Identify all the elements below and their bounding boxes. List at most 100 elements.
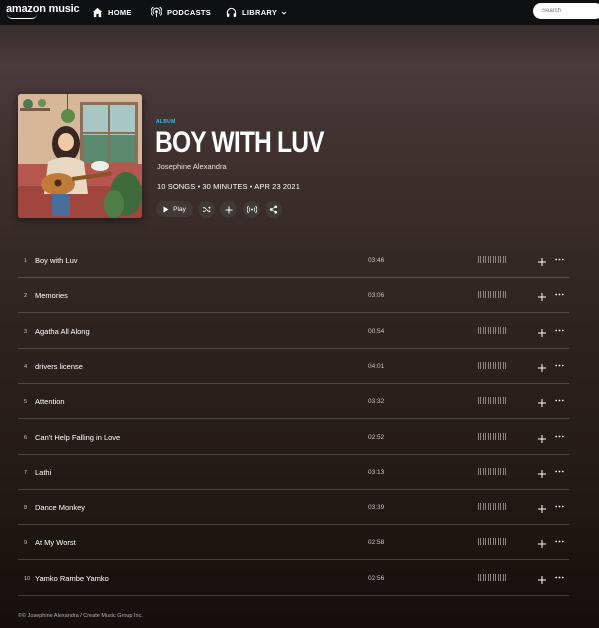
play-button[interactable]: Play: [156, 201, 193, 217]
track-title[interactable]: Attention: [35, 397, 65, 406]
plus-icon: [538, 363, 546, 372]
track-row[interactable]: 5 Attention 03:32: [18, 384, 569, 420]
track-number: 2: [24, 293, 28, 300]
add-track-button[interactable]: [537, 572, 547, 584]
home-icon: [92, 7, 103, 18]
nav-podcasts-label: PODCASTS: [167, 8, 212, 17]
track-row[interactable]: 3 Agatha All Along 00:54: [18, 314, 569, 349]
track-duration: 00:54: [368, 327, 385, 335]
add-track-button[interactable]: [537, 360, 547, 372]
add-track-button[interactable]: [537, 254, 547, 266]
track-title[interactable]: Memories: [35, 291, 68, 300]
track-title[interactable]: Yamko Rambe Yamko: [35, 574, 109, 583]
more-options-button[interactable]: [555, 256, 564, 262]
more-options-button[interactable]: [555, 327, 564, 333]
ellipsis-icon: [555, 329, 564, 331]
add-track-button[interactable]: [537, 289, 547, 302]
plus-icon: [538, 575, 546, 584]
add-track-button[interactable]: [537, 536, 547, 549]
more-options-button[interactable]: [555, 397, 564, 403]
album-title: BOY WITH LUV: [155, 126, 325, 159]
track-title[interactable]: Dance Monkey: [35, 503, 85, 512]
track-title[interactable]: drivers license: [35, 362, 83, 371]
play-icon: [163, 206, 169, 212]
artist-name[interactable]: Josephine Alexandra: [157, 162, 227, 171]
track-duration: 02:52: [368, 433, 385, 441]
track-row[interactable]: 1 Boy with Luv 03:46: [18, 243, 569, 278]
popularity-bars-icon: [478, 503, 507, 511]
ellipsis-icon: [555, 258, 564, 261]
plus-icon: [538, 258, 546, 266]
ellipsis-icon: [555, 364, 564, 367]
nav-home[interactable]: HOME: [92, 0, 132, 25]
track-title[interactable]: Agatha All Along: [35, 327, 90, 336]
track-title[interactable]: Can't Help Falling in Love: [35, 433, 120, 442]
top-navigation-bar: amazon music HOME PODCASTS LIBRARY: [0, 0, 599, 25]
ellipsis-icon: [555, 293, 564, 296]
album-type-label: ALBUM: [156, 119, 176, 125]
broadcast-icon: [246, 205, 257, 214]
track-row[interactable]: 4 drivers license 04:01: [18, 349, 569, 384]
popularity-bars-icon: [478, 291, 507, 299]
add-to-library-button[interactable]: [220, 201, 237, 218]
track-title[interactable]: At My Worst: [35, 538, 76, 547]
add-track-button[interactable]: [537, 431, 547, 443]
add-track-button[interactable]: [537, 395, 547, 408]
popularity-bars-icon: [478, 361, 507, 370]
plus-icon: [538, 328, 546, 337]
amazon-music-logo[interactable]: amazon music: [6, 3, 80, 19]
track-title[interactable]: Lathi: [35, 468, 51, 477]
more-options-button[interactable]: [555, 433, 564, 439]
share-button[interactable]: [265, 201, 282, 218]
track-row[interactable]: 6 Can't Help Falling in Love 02:52: [18, 420, 569, 455]
track-row[interactable]: 7 Lathi 03:13: [18, 455, 569, 490]
track-row[interactable]: 2 Memories 03:06: [18, 278, 569, 314]
track-row[interactable]: 8 Dance Monkey 03:39: [18, 490, 569, 526]
add-track-button[interactable]: [537, 466, 547, 478]
more-options-button[interactable]: [555, 291, 564, 297]
play-button-label: Play: [173, 205, 186, 213]
more-options-button[interactable]: [555, 362, 564, 368]
shuffle-button[interactable]: [198, 201, 215, 218]
ellipsis-icon: [555, 505, 564, 508]
plus-icon: [538, 293, 546, 302]
more-options-button[interactable]: [555, 574, 564, 580]
ellipsis-icon: [555, 435, 564, 437]
plus-icon: [538, 505, 546, 514]
popularity-bars-icon: [478, 538, 507, 546]
popularity-bars-icon: [478, 397, 507, 405]
copyright-footer: ©© Josephine Alexandra / Create Music Gr…: [18, 613, 143, 619]
ellipsis-icon: [555, 470, 564, 473]
more-options-button[interactable]: [555, 538, 564, 544]
ellipsis-icon: [555, 399, 564, 402]
track-number: 8: [24, 505, 28, 512]
add-track-button[interactable]: [537, 325, 547, 337]
track-duration: 02:58: [368, 539, 385, 547]
logo-smile-icon: [7, 14, 37, 19]
add-track-button[interactable]: [537, 501, 547, 514]
more-options-button[interactable]: [555, 503, 564, 509]
share-icon: [269, 205, 278, 214]
popularity-bars-icon: [478, 573, 507, 582]
chevron-down-icon: [281, 11, 287, 15]
popularity-bars-icon: [478, 326, 507, 335]
more-options-button[interactable]: [555, 468, 564, 474]
popularity-bars-icon: [478, 432, 507, 441]
track-duration: 03:39: [368, 504, 385, 512]
ellipsis-icon: [555, 576, 564, 579]
nav-library[interactable]: LIBRARY: [226, 0, 287, 25]
track-number: 3: [24, 328, 28, 335]
track-row[interactable]: 10 Yamko Rambe Yamko 02:56: [18, 561, 569, 596]
track-row[interactable]: 9 At My Worst 02:58: [18, 525, 569, 561]
plus-icon: [225, 206, 232, 213]
track-title[interactable]: Boy with Luv: [35, 256, 78, 265]
search-input[interactable]: [533, 3, 599, 19]
track-number: 9: [24, 540, 28, 547]
track-number: 4: [24, 363, 28, 370]
nav-podcasts[interactable]: PODCASTS: [151, 0, 211, 25]
track-duration: 03:32: [368, 398, 385, 406]
cast-button[interactable]: [243, 201, 260, 218]
podcast-icon: [151, 7, 162, 18]
album-meta: 10 SONGS • 30 MINUTES • APR 23 2021: [157, 182, 300, 191]
album-cover-art[interactable]: [18, 94, 142, 218]
